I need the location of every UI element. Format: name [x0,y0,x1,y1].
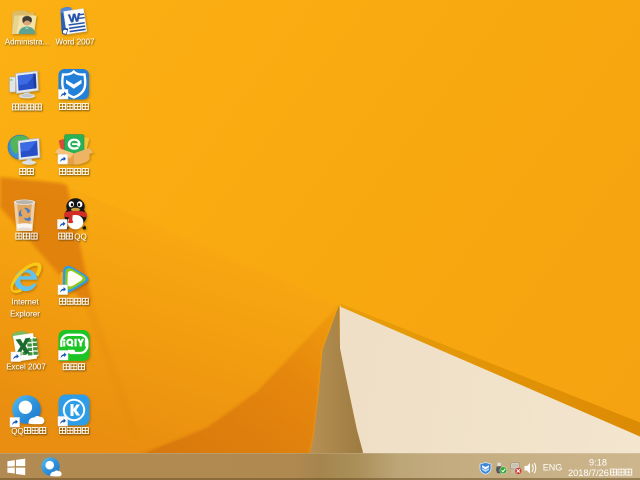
svg-text:QQ: QQ [11,427,23,436]
svg-text:Administra...: Administra... [5,38,49,47]
svg-text:Word 2007: Word 2007 [56,38,96,47]
svg-text:Internet: Internet [11,298,39,307]
svg-text:QQ: QQ [74,233,86,242]
svg-text:ENG: ENG [543,463,563,473]
svg-text:Explorer: Explorer [10,310,40,319]
svg-text:2018/7/26: 2018/7/26 [568,468,609,478]
svg-text:Excel 2007: Excel 2007 [6,363,46,372]
svg-text:9:18: 9:18 [589,458,607,468]
